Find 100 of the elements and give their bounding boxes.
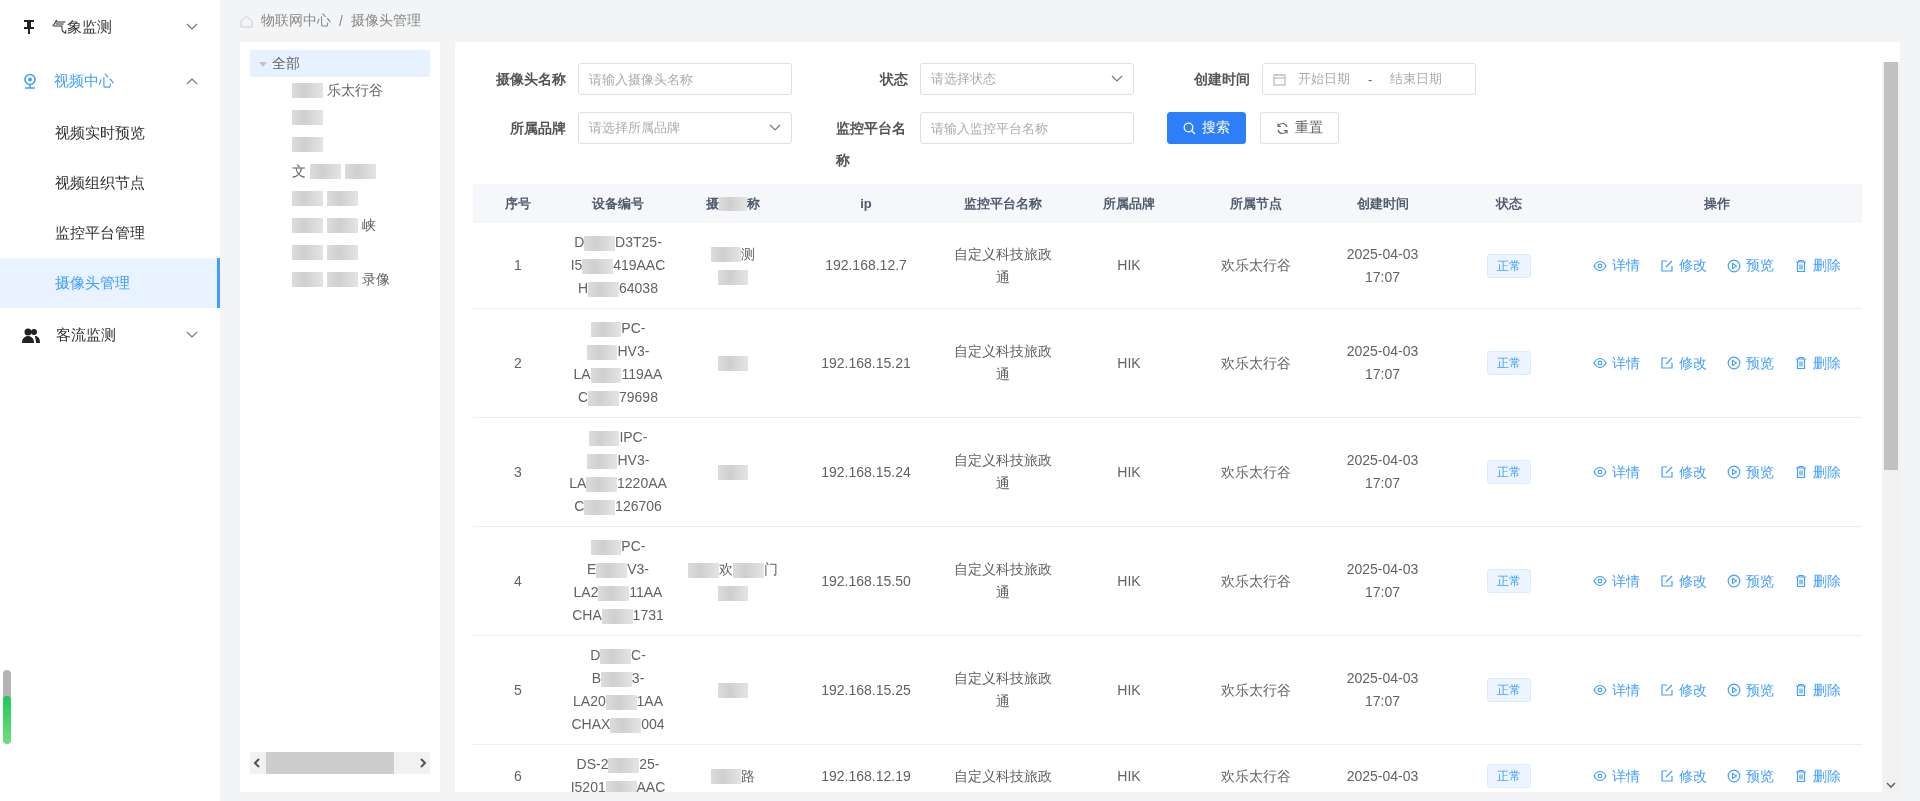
action-link[interactable]: 详情 — [1593, 764, 1640, 788]
table-cell: 3 — [473, 417, 563, 527]
action-link[interactable]: 预览 — [1727, 460, 1774, 484]
text-field[interactable]: 请输入摄像头名称 — [578, 63, 792, 95]
action-link[interactable]: 删除 — [1794, 351, 1841, 375]
action-link[interactable]: 预览 — [1727, 569, 1774, 593]
redaction-blur — [292, 244, 323, 261]
reset-button[interactable]: 重置 — [1260, 112, 1339, 144]
search-button[interactable]: 搜索 — [1167, 112, 1246, 144]
table-cell: 欢乐太行谷 — [1192, 744, 1319, 792]
table-cell: HIK — [1066, 635, 1192, 745]
action-link[interactable]: 预览 — [1727, 764, 1774, 788]
vertical-scrollbar[interactable] — [1882, 62, 1900, 792]
text-fragment: I5201 — [570, 779, 606, 792]
breadcrumb-item: / — [339, 13, 343, 29]
text-fragment: LA20 — [573, 693, 606, 709]
table-cell: 自定义科技旅政通 — [939, 526, 1066, 636]
table-cell: 自定义科技旅政通 — [939, 635, 1066, 745]
redaction-blur — [344, 163, 376, 180]
text-fragment: C — [578, 389, 589, 405]
text-fragment: 摄 — [705, 195, 719, 211]
menu-item[interactable]: 视频组织节点 — [0, 158, 220, 208]
select-field[interactable]: 请选择状态 — [920, 63, 1134, 95]
menu-item[interactable]: 摄像头管理 — [0, 258, 220, 308]
select-field[interactable]: 请选择所属品牌 — [578, 112, 792, 144]
action-link[interactable]: 修改 — [1660, 764, 1707, 788]
text-fragment: AAC — [636, 779, 666, 792]
text-fragment: 欢 — [719, 561, 733, 577]
action-link[interactable]: 删除 — [1794, 569, 1841, 593]
text-fragment: 乐太行谷 — [326, 81, 383, 100]
status-tag: 正常 — [1487, 569, 1531, 593]
action-link[interactable]: 删除 — [1794, 678, 1841, 702]
action-link[interactable]: 预览 — [1727, 351, 1774, 375]
action-link[interactable]: 详情 — [1593, 569, 1640, 593]
text-fragment: 79698 — [619, 389, 658, 405]
text-fragment: 称 — [747, 195, 761, 211]
menu-group[interactable]: 气象监测 — [0, 0, 220, 54]
redaction-blur — [717, 585, 749, 601]
date-range-field[interactable]: 开始日期 - 结束日期 — [1262, 63, 1476, 95]
trash-icon — [1794, 465, 1808, 479]
action-link[interactable]: 修改 — [1660, 460, 1707, 484]
eye-icon — [1593, 769, 1607, 783]
play-icon — [1727, 574, 1741, 588]
tree-node[interactable]: 全部 — [250, 50, 430, 77]
action-link[interactable]: 修改 — [1660, 569, 1707, 593]
table-cell: 192.168.12.7 — [793, 223, 939, 309]
action-link[interactable]: 删除 — [1794, 254, 1841, 277]
status-tag: 正常 — [1487, 764, 1531, 788]
menu-group[interactable]: 视频中心 — [0, 54, 220, 108]
tree-node[interactable]: 录像 — [250, 266, 430, 293]
chevron-up-icon — [186, 77, 198, 85]
action-link[interactable]: 预览 — [1727, 678, 1774, 702]
text-fragment: CHA — [572, 607, 602, 623]
redaction-blur — [590, 321, 622, 337]
horizontal-scrollbar[interactable] — [250, 752, 430, 774]
eye-icon — [1593, 356, 1607, 370]
action-link[interactable]: 修改 — [1660, 351, 1707, 375]
text-fragment: D — [590, 647, 601, 663]
action-link[interactable]: 删除 — [1794, 764, 1841, 788]
column-header: 所属品牌 — [1066, 184, 1192, 223]
text-fragment: E — [587, 561, 597, 577]
menu-item[interactable]: 监控平台管理 — [0, 208, 220, 258]
column-header: 设备编号 — [563, 184, 673, 223]
redaction-blur — [326, 190, 358, 207]
edit-icon — [1660, 258, 1674, 273]
text-field[interactable]: 请输入监控平台名称 — [920, 112, 1134, 144]
table-cell: 2025-04-03 17:07 — [1319, 526, 1446, 636]
action-link[interactable]: 删除 — [1794, 460, 1841, 484]
tree-node[interactable]: 峡 — [250, 212, 430, 239]
redaction-blur — [326, 271, 358, 288]
menu-item[interactable]: 视频实时预览 — [0, 108, 220, 158]
play-icon — [1727, 356, 1741, 370]
tree-node[interactable]: 文 — [250, 158, 430, 185]
text-fragment: 25- — [639, 756, 660, 772]
redaction-blur — [588, 390, 619, 406]
status-tag: 正常 — [1487, 351, 1531, 375]
text-fragment: D3T25- — [615, 234, 662, 250]
action-link[interactable]: 预览 — [1727, 254, 1774, 277]
redaction-blur — [610, 717, 642, 733]
text-fragment: LA2 — [573, 584, 599, 600]
action-link[interactable]: 详情 — [1593, 351, 1640, 375]
action-link[interactable]: 详情 — [1593, 254, 1640, 277]
redaction-blur — [717, 465, 749, 481]
text-fragment: HV3- — [617, 343, 650, 359]
action-link[interactable]: 详情 — [1593, 460, 1640, 484]
action-link[interactable]: 修改 — [1660, 254, 1707, 277]
action-link[interactable]: 详情 — [1593, 678, 1640, 702]
tree-node[interactable]: 乐太行谷 — [250, 77, 430, 104]
text-fragment: B — [591, 670, 602, 686]
redaction-blur — [326, 217, 358, 234]
search-icon — [1183, 121, 1196, 135]
play-icon — [1727, 465, 1741, 479]
table-cell: 自定义科技旅政通 — [939, 308, 1066, 418]
breadcrumb-item: 物联网中心 — [261, 12, 331, 30]
action-link[interactable]: 修改 — [1660, 678, 1707, 702]
menu-group[interactable]: 客流监测 — [0, 308, 220, 362]
trash-icon — [1794, 683, 1808, 697]
table-cell: 2 — [473, 308, 563, 418]
text-fragment: I5 — [570, 257, 583, 273]
text-fragment: 419AAC — [613, 257, 666, 273]
